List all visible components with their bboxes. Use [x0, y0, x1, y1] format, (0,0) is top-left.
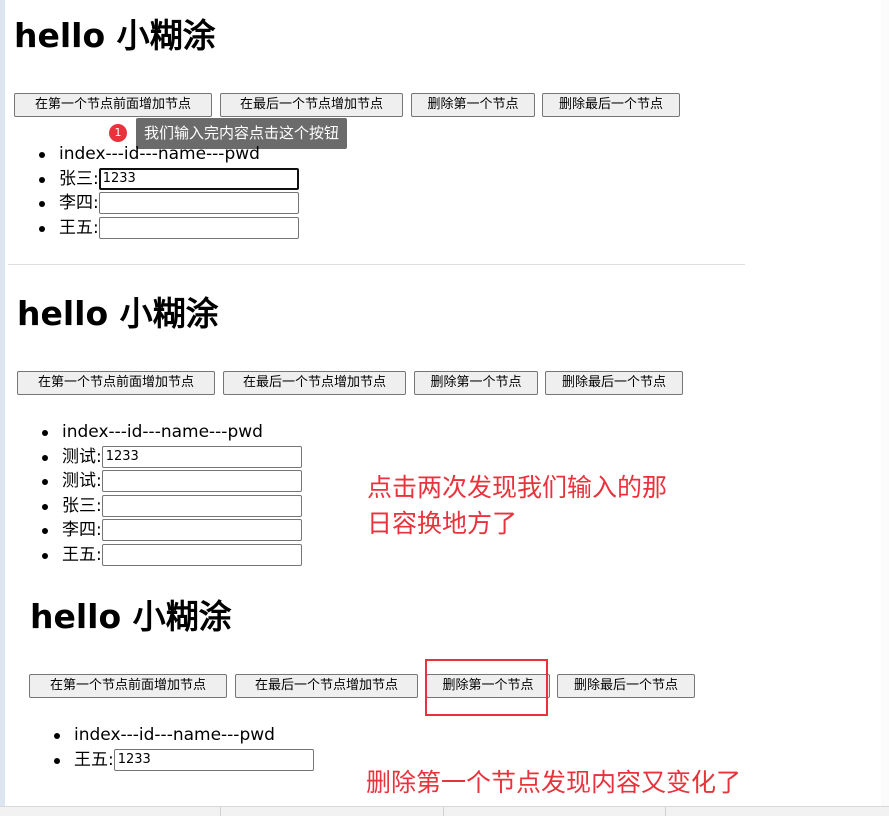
list-item: 李四:: [42, 518, 302, 543]
row-input[interactable]: [101, 519, 302, 541]
row-label: 李四:: [62, 520, 102, 540]
list-item: 王五:: [39, 216, 299, 241]
list-header-row: index---id---name---pwd: [42, 420, 302, 445]
row-input[interactable]: 1233: [98, 167, 299, 190]
row-label: 测试:: [62, 446, 102, 467]
node-list: index---id---name---pwd 测试: 1233 测试: 张三: …: [42, 420, 302, 568]
step-badge: 1: [109, 124, 127, 142]
page-title: hello 小糊涂: [30, 597, 232, 636]
delete-last-node-button[interactable]: 删除最后一个节点: [545, 371, 683, 395]
delete-last-node-button[interactable]: 删除最后一个节点: [542, 93, 680, 117]
list-header-text: index---id---name---pwd: [62, 422, 263, 442]
page-title: hello 小糊涂: [17, 294, 219, 333]
window-right-edge: [881, 0, 889, 806]
annotation-line-1: 点击两次发现我们输入的那: [367, 473, 668, 502]
row-label: 李四:: [59, 193, 99, 213]
row-label: 王五:: [62, 544, 102, 565]
add-last-node-button[interactable]: 在最后一个节点增加节点: [223, 371, 406, 395]
delete-first-node-button[interactable]: 删除第一个节点: [414, 371, 538, 395]
list-header-text: index---id---name---pwd: [74, 725, 275, 745]
add-first-node-button[interactable]: 在第一个节点前面增加节点: [14, 93, 212, 117]
row-label: 王五:: [74, 749, 114, 770]
add-first-node-button[interactable]: 在第一个节点前面增加节点: [17, 371, 215, 395]
list-header-text: index---id---name---pwd: [59, 144, 260, 164]
list-item: 张三:: [42, 494, 302, 519]
divider: [8, 264, 745, 265]
page-title: hello 小糊涂: [14, 16, 216, 55]
list-header-row: index---id---name---pwd: [54, 723, 314, 748]
add-last-node-button[interactable]: 在最后一个节点增加节点: [235, 674, 418, 698]
add-first-node-button[interactable]: 在第一个节点前面增加节点: [29, 674, 227, 698]
row-input[interactable]: 1233: [113, 748, 314, 771]
row-label: 测试:: [62, 471, 102, 491]
row-input[interactable]: [98, 192, 299, 214]
row-label: 张三:: [62, 495, 102, 516]
list-item: 测试:: [42, 469, 302, 494]
window-left-edge: [0, 0, 5, 815]
row-label: 张三:: [59, 168, 99, 189]
row-label: 王五:: [59, 217, 99, 238]
list-item: 测试: 1233: [42, 445, 302, 470]
annotation-line-2: 日容换地方了: [367, 509, 518, 538]
row-input[interactable]: 1233: [101, 445, 302, 468]
row-input[interactable]: [101, 470, 302, 492]
row-input[interactable]: [101, 543, 302, 566]
list-item: 李四:: [39, 191, 299, 216]
row-input[interactable]: [101, 494, 302, 517]
delete-first-node-button[interactable]: 删除第一个节点: [411, 93, 535, 117]
list-item: 王五:: [42, 543, 302, 568]
node-list: index---id---name---pwd 王五: 1233: [54, 723, 314, 773]
list-header-row: index---id---name---pwd: [39, 142, 299, 167]
list-item: 王五: 1233: [54, 748, 314, 773]
node-list: index---id---name---pwd 张三: 1233 李四: 王五:: [39, 142, 299, 241]
highlight-box: [425, 659, 548, 716]
list-item: 张三: 1233: [39, 167, 299, 192]
add-last-node-button[interactable]: 在最后一个节点增加节点: [220, 93, 403, 117]
row-input[interactable]: [98, 216, 299, 239]
annotation-third: 删除第一个节点发现内容又变化了: [366, 768, 742, 797]
delete-last-node-button[interactable]: 删除最后一个节点: [557, 674, 695, 698]
